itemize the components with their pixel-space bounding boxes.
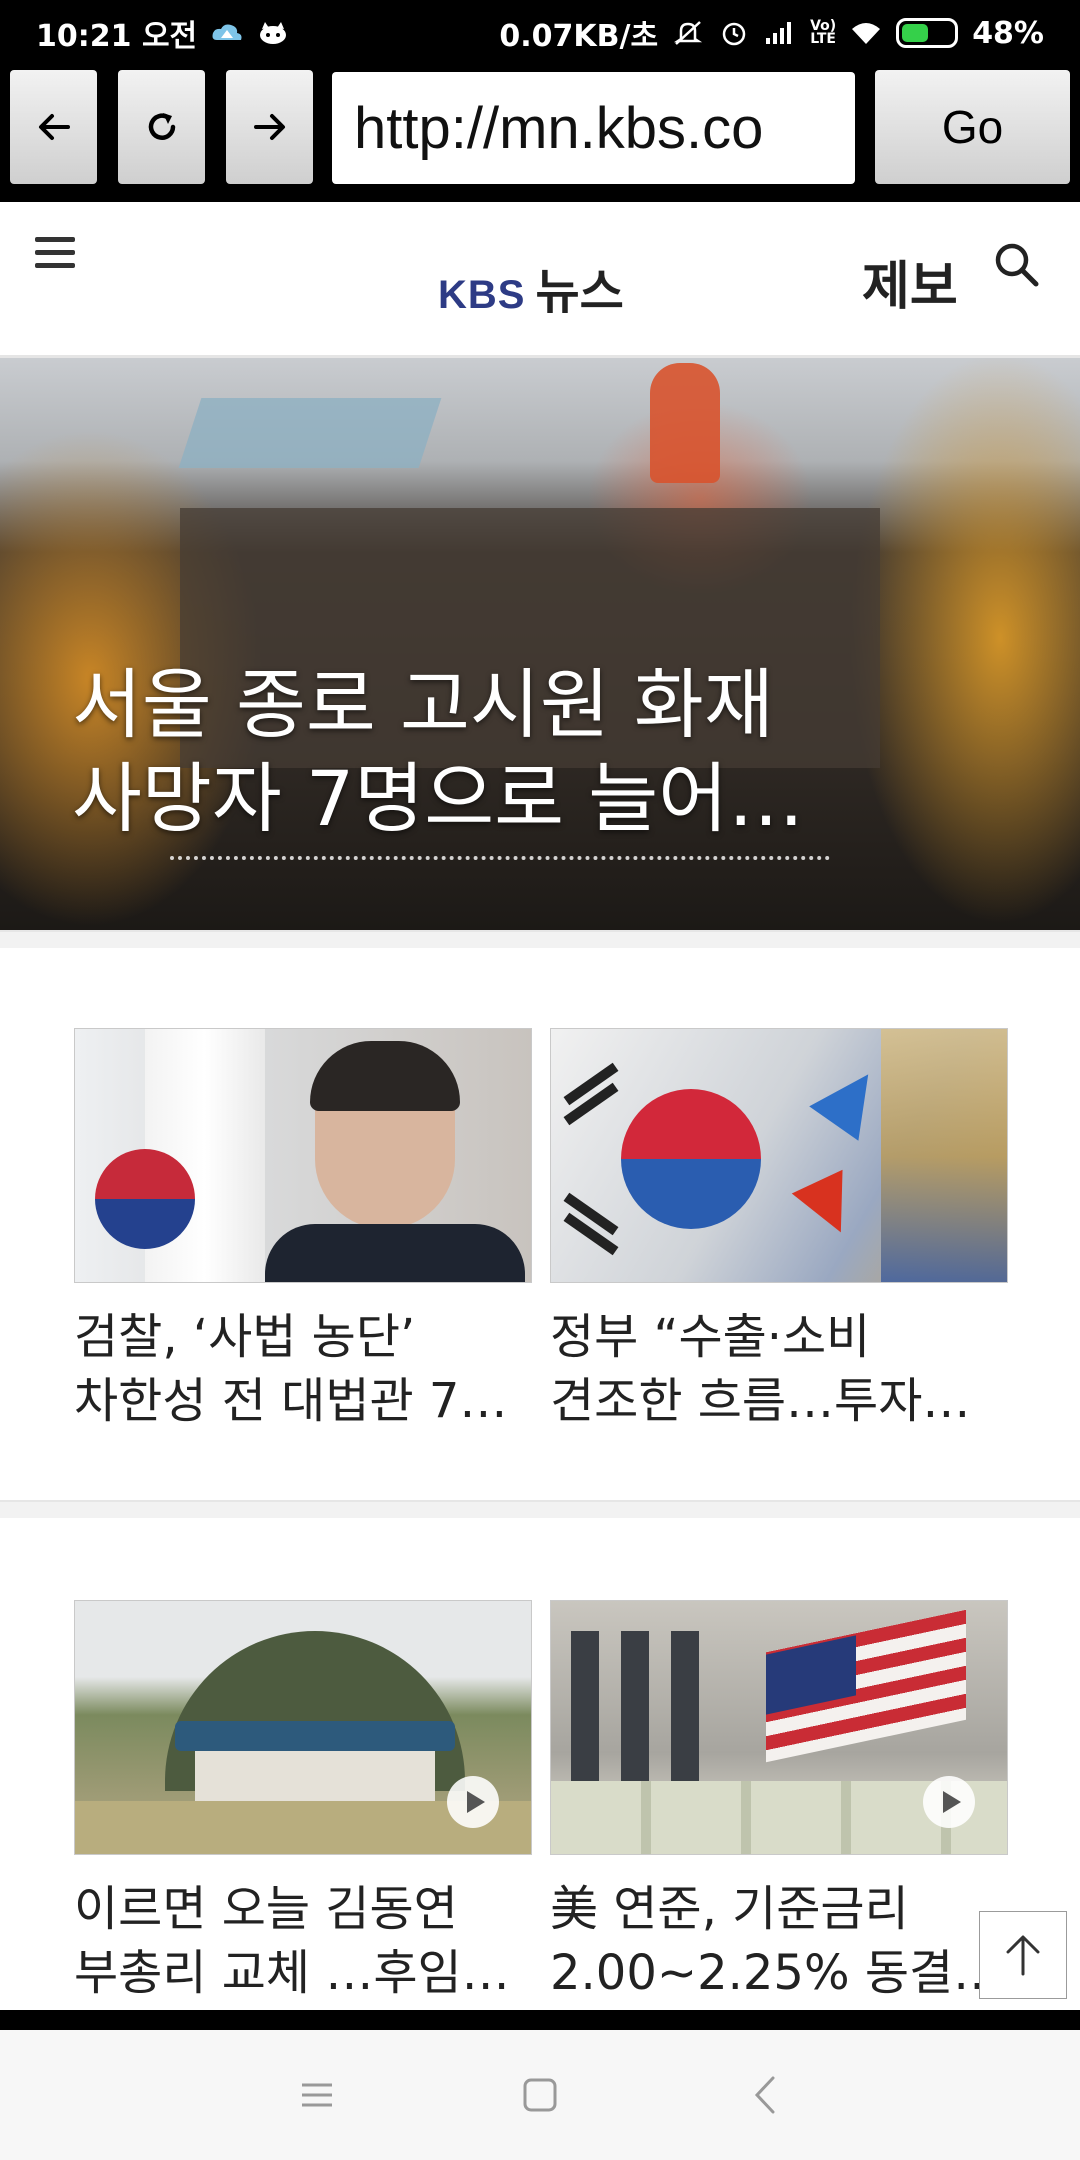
arrow-right-icon (253, 114, 285, 140)
article-card[interactable]: 이르면 오늘 김동연 부총리 교체 …후임… (74, 1600, 532, 2005)
network-speed: 0.07KB/초 (499, 19, 659, 54)
kbs-news-logo[interactable]: KBS 뉴스 (438, 252, 624, 322)
forward-button[interactable] (226, 70, 313, 184)
alarm-icon (722, 22, 746, 46)
article-title: 검찰, ‘사법 농단’ 차한성 전 대법관 7… (74, 1309, 508, 1429)
screen-edge (0, 2010, 1080, 2030)
browser-toolbar: http://mn.kbs.co Go (0, 66, 1080, 202)
arrow-left-icon (38, 114, 70, 140)
play-icon (447, 1776, 499, 1828)
mute-icon (673, 21, 703, 45)
back-chevron-icon[interactable] (740, 2068, 794, 2122)
article-thumbnail (74, 1600, 532, 1855)
article-title: 정부 “수출·소비 견조한 흐름…투자… (550, 1309, 971, 1429)
tip-link[interactable]: 제보 (862, 244, 958, 319)
volte-icon: Vo) LTE (810, 18, 837, 47)
cloud-icon (212, 24, 242, 40)
go-button[interactable]: Go (875, 70, 1070, 184)
article-thumbnail (550, 1600, 1008, 1855)
reload-button[interactable] (118, 70, 205, 184)
article-title: 이르면 오늘 김동연 부총리 교체 …후임… (74, 1881, 510, 2001)
notification-app-icon (260, 22, 287, 44)
article-card[interactable]: 美 연준, 기준금리 2.00~2.25% 동결… (550, 1600, 1008, 2005)
play-icon (923, 1776, 975, 1828)
url-input[interactable]: http://mn.kbs.co (332, 72, 855, 184)
signal-icon (766, 22, 792, 44)
reload-icon (148, 113, 175, 140)
battery-charging-icon (896, 18, 959, 48)
logo-text: 뉴스 (535, 264, 624, 320)
back-button[interactable] (10, 70, 97, 184)
logo-brand: KBS (438, 273, 526, 317)
search-icon[interactable] (992, 240, 1042, 290)
home-square-icon[interactable] (513, 2068, 567, 2122)
site-header: KBS 뉴스 제보 (0, 202, 1080, 358)
wifi-icon (852, 23, 881, 44)
status-bar: 10:21 오전 0.07KB/초 Vo) LTE 48% (0, 0, 1080, 66)
carousel-indicator (170, 856, 830, 860)
article-thumbnail (550, 1028, 1008, 1283)
hamburger-menu-icon[interactable] (35, 237, 75, 271)
section-divider (0, 930, 1080, 948)
article-title: 美 연준, 기준금리 2.00~2.25% 동결… (550, 1881, 1002, 2001)
section-divider (0, 1500, 1080, 1518)
status-time: 10:21 오전 (36, 19, 198, 54)
article-card[interactable]: 검찰, ‘사법 농단’ 차한성 전 대법관 7… (74, 1028, 532, 1433)
hero-article[interactable]: 서울 종로 고시원 화재 사망자 7명으로 늘어… (0, 358, 1080, 930)
battery-percent: 48% (972, 15, 1044, 51)
arrow-up-icon (1006, 1935, 1040, 1976)
recents-menu-icon[interactable] (290, 2068, 344, 2122)
hero-image-firefighter (650, 363, 720, 483)
article-card[interactable]: 정부 “수출·소비 견조한 흐름…투자… (550, 1028, 1008, 1433)
scroll-to-top-button[interactable] (979, 1911, 1067, 1999)
hero-title: 서울 종로 고시원 화재 사망자 7명으로 늘어… (72, 660, 805, 843)
system-navigation-bar (0, 2030, 1080, 2160)
article-thumbnail (74, 1028, 532, 1283)
